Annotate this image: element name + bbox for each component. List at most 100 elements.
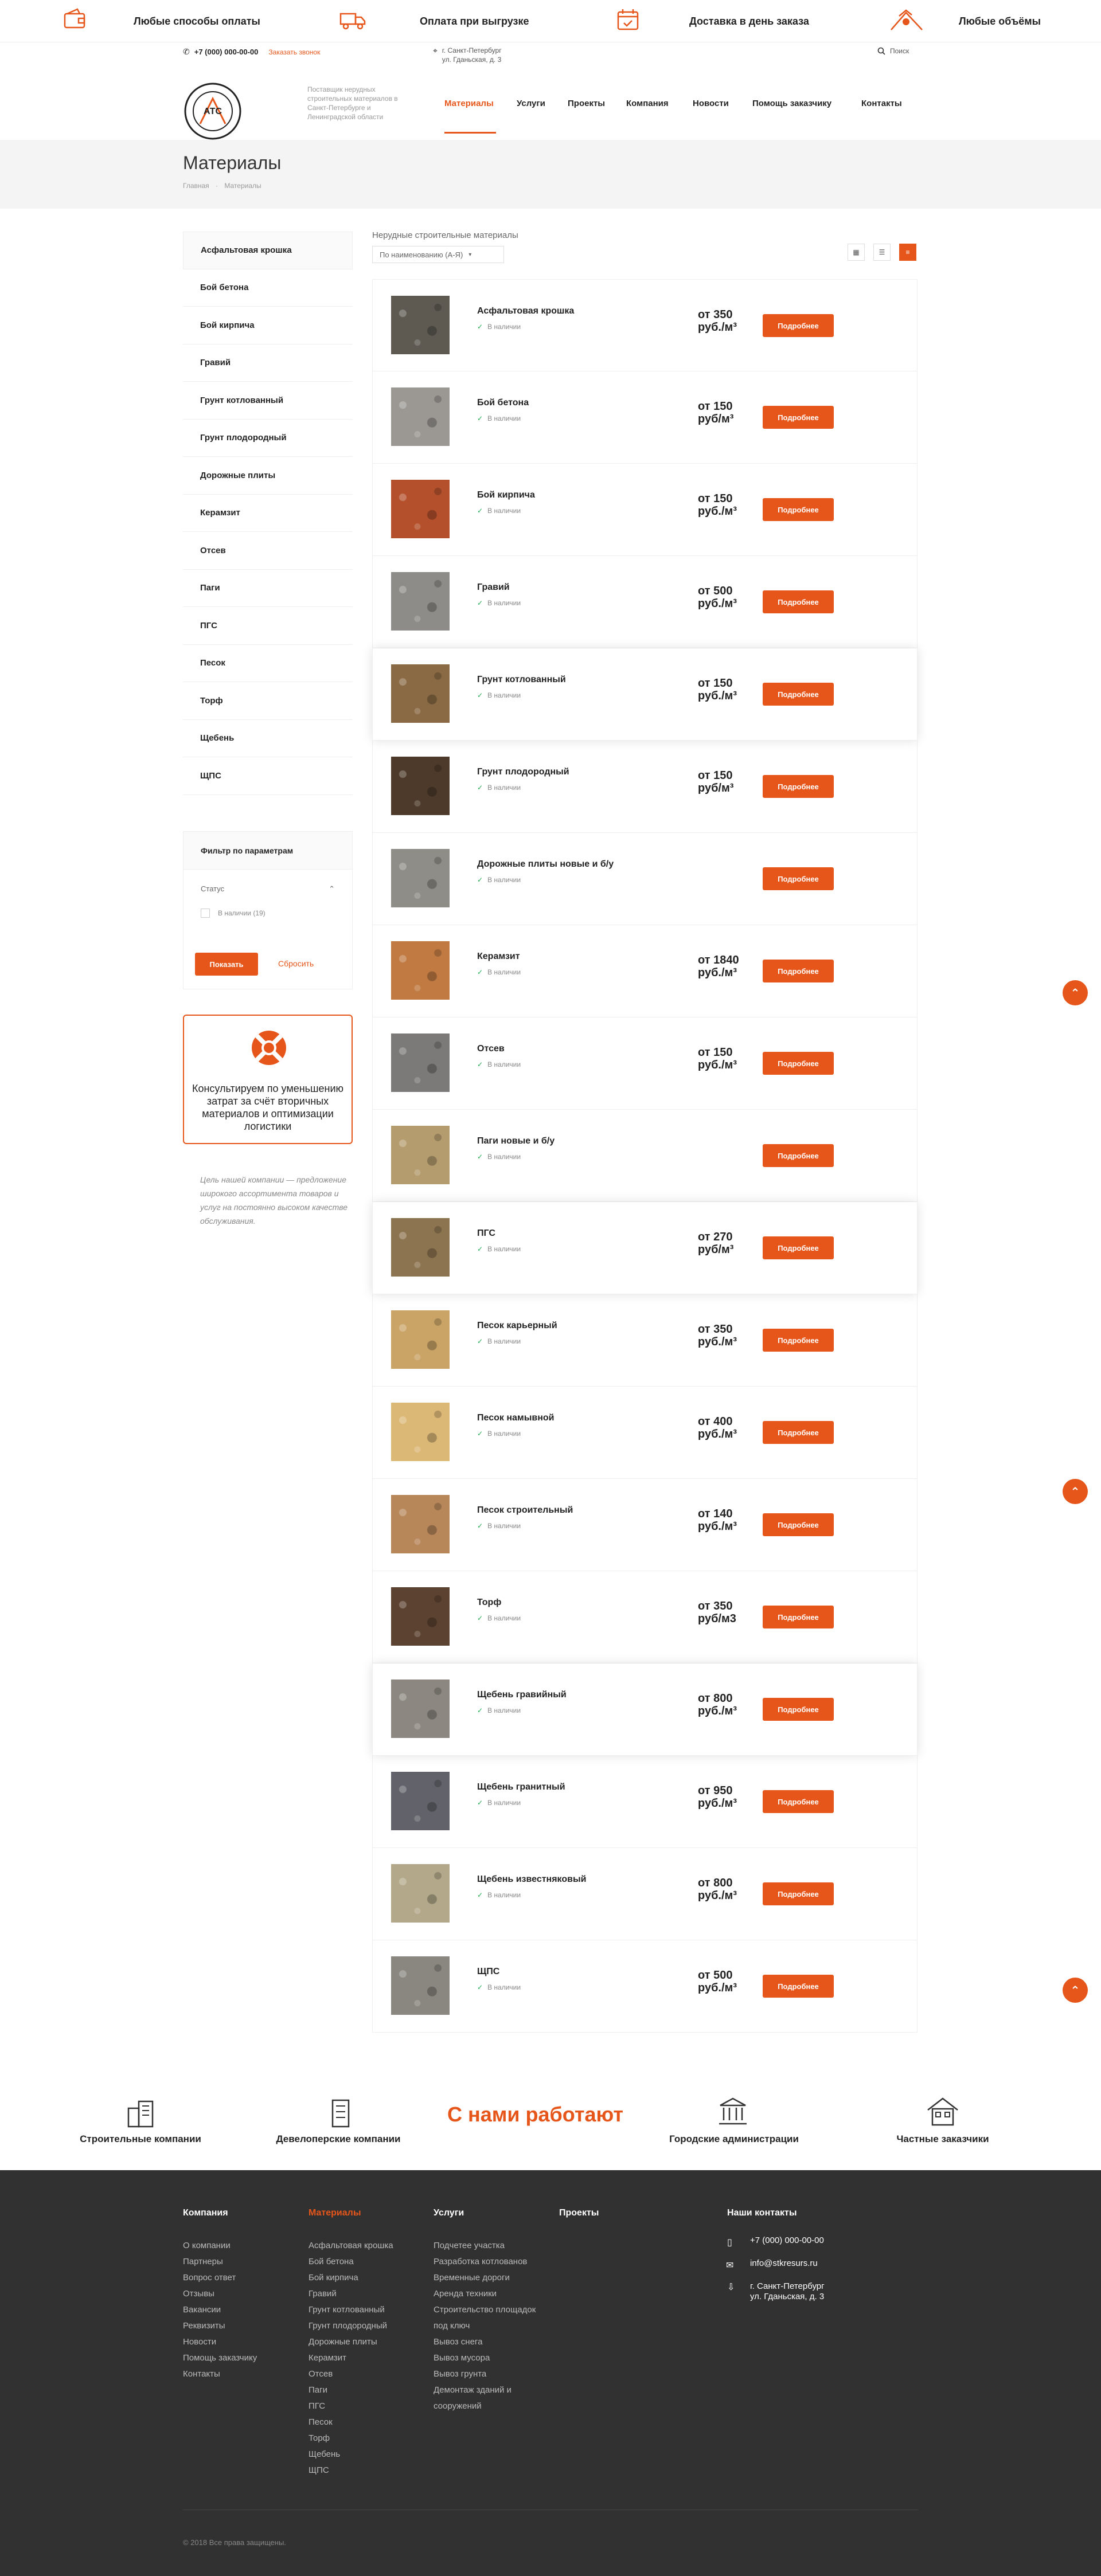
- footer-link[interactable]: Вакансии: [183, 2302, 257, 2318]
- product-name[interactable]: Песок строительный: [477, 1505, 666, 1516]
- product-name[interactable]: Песок карьерный: [477, 1321, 666, 1331]
- footer-link[interactable]: Временные дороги: [434, 2270, 537, 2286]
- more-button[interactable]: Подробнее: [763, 1421, 834, 1444]
- product-row[interactable]: Гравий ✓ В наличии от 500 руб./м³ Подробнее: [372, 556, 918, 648]
- product-image[interactable]: [391, 1310, 450, 1369]
- product-row[interactable]: Песок карьерный ✓ В наличии от 350 руб./м³ По…: [372, 1294, 918, 1387]
- more-button[interactable]: Подробнее: [763, 683, 834, 706]
- product-row[interactable]: Керамзит ✓ В наличии от 1840 руб./м³ Подробне…: [372, 925, 918, 1017]
- product-image[interactable]: [391, 387, 450, 446]
- nav-services[interactable]: Услуги: [517, 99, 545, 108]
- more-button[interactable]: Подробнее: [763, 406, 834, 429]
- footer-link[interactable]: Грунт котлованный: [309, 2302, 393, 2318]
- product-name[interactable]: Гравий: [477, 582, 666, 593]
- product-name[interactable]: Щебень известняковый: [477, 1874, 666, 1885]
- nav-projects[interactable]: Проекты: [568, 99, 605, 108]
- footer-link[interactable]: Асфальтовая крошка: [309, 2238, 393, 2254]
- product-name[interactable]: Отсев: [477, 1044, 666, 1054]
- product-row[interactable]: Грунт плодородный ✓ В наличии от 150 руб/м³ П…: [372, 741, 918, 833]
- company-logo[interactable]: АТС: [183, 81, 243, 141]
- scroll-top-button[interactable]: ⌃: [1063, 980, 1088, 1005]
- product-image[interactable]: [391, 1680, 450, 1738]
- consult-card[interactable]: Консультируем по уменьшению затрат за сч…: [183, 1015, 353, 1144]
- product-name[interactable]: Дорожные плиты новые и б/у: [477, 859, 666, 870]
- footer-link[interactable]: Отсев: [309, 2366, 393, 2382]
- product-image[interactable]: [391, 664, 450, 723]
- footer-link[interactable]: Торф: [309, 2430, 393, 2446]
- product-name[interactable]: Паги новые и б/у: [477, 1136, 666, 1146]
- product-name[interactable]: Асфальтовая крошка: [477, 306, 666, 316]
- more-button[interactable]: Подробнее: [763, 498, 834, 521]
- sidebar-item[interactable]: Бой бетона: [183, 269, 353, 307]
- sidebar-item[interactable]: Песок: [183, 644, 353, 682]
- sidebar-item[interactable]: Паги: [183, 569, 353, 607]
- footer-link[interactable]: Демонтаж зданий и сооружений: [434, 2382, 537, 2414]
- more-button[interactable]: Подробнее: [763, 775, 834, 798]
- more-button[interactable]: Подробнее: [763, 1236, 834, 1259]
- sidebar-item[interactable]: ЩПС: [183, 757, 353, 795]
- footer-link[interactable]: Строительство площадок под ключ: [434, 2302, 537, 2334]
- more-button[interactable]: Подробнее: [763, 1606, 834, 1628]
- sidebar-item[interactable]: Дорожные плиты: [183, 457, 353, 495]
- product-row[interactable]: Дорожные плиты новые и б/у ✓ В наличии Подр…: [372, 833, 918, 925]
- footer-link[interactable]: ПГС: [309, 2398, 393, 2414]
- product-row[interactable]: Паги новые и б/у ✓ В наличии Подробнее: [372, 1110, 918, 1202]
- callback-link[interactable]: Заказать звонок: [268, 48, 320, 56]
- product-image[interactable]: [391, 757, 450, 815]
- product-name[interactable]: Щебень гравийный: [477, 1690, 666, 1700]
- product-row[interactable]: Щебень гравийный ✓ В наличии от 800 руб./м³ П…: [372, 1663, 918, 1756]
- more-button[interactable]: Подробнее: [763, 1052, 834, 1075]
- product-image[interactable]: [391, 1956, 450, 2015]
- more-button[interactable]: Подробнее: [763, 1513, 834, 1536]
- product-image[interactable]: [391, 1218, 450, 1277]
- footer-link[interactable]: Вывоз грунта: [434, 2366, 537, 2382]
- table-view-icon[interactable]: ≡: [899, 244, 916, 261]
- product-row[interactable]: Песок строительный ✓ В наличии от 140 руб./м…: [372, 1479, 918, 1571]
- more-button[interactable]: Подробнее: [763, 1144, 834, 1167]
- product-image[interactable]: [391, 480, 450, 538]
- footer-link[interactable]: Новости: [183, 2334, 257, 2350]
- product-image[interactable]: [391, 849, 450, 907]
- footer-link[interactable]: Грунт плодородный: [309, 2318, 393, 2334]
- product-name[interactable]: Торф: [477, 1598, 666, 1608]
- footer-link[interactable]: Подчетее участка: [434, 2238, 537, 2254]
- sidebar-item[interactable]: Грунт котлованный: [183, 382, 353, 420]
- sidebar-item[interactable]: Торф: [183, 682, 353, 720]
- footer-email[interactable]: info@stkresurs.ru: [750, 2258, 818, 2268]
- sidebar-item[interactable]: ПГС: [183, 607, 353, 645]
- product-image[interactable]: [391, 1587, 450, 1646]
- footer-link[interactable]: Вывоз мусора: [434, 2350, 537, 2366]
- more-button[interactable]: Подробнее: [763, 1329, 834, 1352]
- more-button[interactable]: Подробнее: [763, 960, 834, 982]
- filter-show-button[interactable]: Показать: [195, 953, 258, 976]
- filter-reset-button[interactable]: Сбросить: [278, 959, 314, 968]
- product-image[interactable]: [391, 941, 450, 1000]
- sidebar-item[interactable]: Асфальтовая крошка: [183, 232, 353, 269]
- footer-link[interactable]: Песок: [309, 2414, 393, 2430]
- footer-link[interactable]: ЩПС: [309, 2463, 393, 2479]
- product-image[interactable]: [391, 1033, 450, 1092]
- product-name[interactable]: ПГС: [477, 1228, 666, 1239]
- footer-link[interactable]: Контакты: [183, 2366, 257, 2382]
- product-image[interactable]: [391, 1403, 450, 1461]
- search-box[interactable]: Поиск: [877, 47, 909, 55]
- product-row[interactable]: Отсев ✓ В наличии от 150 руб./м³ Подробнее: [372, 1017, 918, 1110]
- footer-link[interactable]: Аренда техники: [434, 2286, 537, 2302]
- filter-checkbox[interactable]: [201, 909, 210, 918]
- footer-link[interactable]: Щебень: [309, 2446, 393, 2463]
- footer-link[interactable]: О компании: [183, 2238, 257, 2254]
- product-name[interactable]: Грунт плодородный: [477, 767, 666, 777]
- footer-phone[interactable]: +7 (000) 000-00-00: [750, 2236, 824, 2245]
- product-row[interactable]: Бой кирпича ✓ В наличии от 150 руб./м³ Подроб…: [372, 464, 918, 556]
- footer-link[interactable]: Паги: [309, 2382, 393, 2398]
- footer-link[interactable]: Вывоз снега: [434, 2334, 537, 2350]
- product-row[interactable]: Бой бетона ✓ В наличии от 150 руб/м³ Подробне…: [372, 371, 918, 464]
- product-name[interactable]: Щебень гранитный: [477, 1782, 666, 1792]
- sidebar-item[interactable]: Гравий: [183, 344, 353, 382]
- scroll-top-button[interactable]: ⌃: [1063, 1479, 1088, 1504]
- footer-link[interactable]: Помощь заказчику: [183, 2350, 257, 2366]
- more-button[interactable]: Подробнее: [763, 1975, 834, 1998]
- sidebar-item[interactable]: Грунт плодородный: [183, 419, 353, 457]
- footer-link[interactable]: Гравий: [309, 2286, 393, 2302]
- sidebar-item[interactable]: Щебень: [183, 719, 353, 757]
